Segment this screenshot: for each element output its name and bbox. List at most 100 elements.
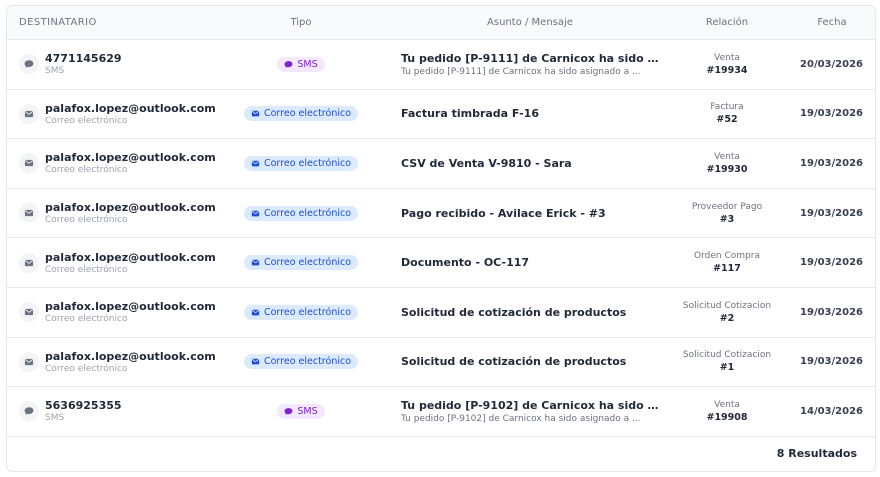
table-row[interactable]: palafox.lopez@outlook.com Correo electró…: [7, 238, 875, 288]
type-cell: SMS: [207, 403, 395, 419]
date: 19/03/2026: [800, 257, 863, 269]
envelope-icon: [251, 258, 260, 267]
date: 19/03/2026: [800, 356, 863, 368]
mail-icon: [19, 153, 39, 174]
subject-cell: Tu pedido [P-9111] de Carnicox ha sido a…: [395, 52, 665, 77]
recipient: palafox.lopez@outlook.com: [45, 151, 216, 165]
header-tipo[interactable]: Tipo: [207, 17, 395, 28]
date: 19/03/2026: [800, 108, 863, 120]
header-relacion[interactable]: Relación: [665, 17, 789, 28]
header-destinatario[interactable]: DESTINATARIO: [7, 17, 207, 28]
recipient: palafox.lopez@outlook.com: [45, 300, 216, 314]
recipient-cell: 4771145629 SMS: [7, 52, 207, 76]
subject-cell: Solicitud de cotización de productos: [395, 306, 665, 319]
subject: CSV de Venta V-9810 - Sara: [401, 156, 572, 170]
type-badge-label: SMS: [297, 58, 318, 70]
relation-type: Venta: [714, 151, 740, 162]
date: 14/03/2026: [800, 405, 863, 417]
recipient-channel: Correo electrónico: [45, 314, 128, 325]
type-badge: Correo electrónico: [243, 155, 359, 171]
recipient-cell: palafox.lopez@outlook.com Correo electró…: [7, 151, 216, 175]
message-preview: Tu pedido [P-9102] de Carnicox ha sido a…: [401, 413, 641, 424]
subject-cell: Factura timbrada F-16: [395, 107, 665, 120]
type-badge-label: SMS: [297, 405, 318, 417]
relation-cell: Venta #19930: [665, 152, 789, 175]
relation-id[interactable]: #52: [665, 114, 789, 125]
table-row[interactable]: 5636925355 SMS SMS Tu pedido [P-9102] de…: [7, 387, 875, 437]
subject: Tu pedido [P-9111] de Carnicox ha sido a…: [401, 51, 659, 65]
envelope-icon: [251, 357, 260, 366]
date: 20/03/2026: [800, 58, 863, 70]
table-row[interactable]: palafox.lopez@outlook.com Correo electró…: [7, 288, 875, 338]
recipient-channel: SMS: [45, 413, 65, 424]
type-cell: Correo electrónico: [207, 155, 395, 171]
recipient-cell: 5636925355 SMS: [7, 399, 207, 423]
table-body: 4771145629 SMS SMS Tu pedido [P-9111] de…: [7, 40, 875, 437]
recipient: 5636925355: [45, 399, 122, 413]
relation-id[interactable]: #1: [665, 362, 789, 373]
type-badge: Correo electrónico: [243, 304, 359, 320]
relation-cell: Solicitud Cotizacion #1: [665, 350, 789, 373]
recipient-channel: SMS: [45, 66, 65, 77]
table-header: DESTINATARIO Tipo Asunto / Mensaje Relac…: [7, 6, 875, 40]
chat-icon: [19, 54, 39, 75]
mail-icon: [19, 302, 39, 323]
type-badge-label: Correo electrónico: [263, 306, 352, 318]
subject-cell: Solicitud de cotización de productos: [395, 355, 665, 368]
recipient: palafox.lopez@outlook.com: [45, 101, 216, 115]
relation-type: Solicitud Cotizacion: [682, 350, 772, 361]
subject: Solicitud de cotización de productos: [401, 305, 627, 319]
type-badge: Correo electrónico: [243, 354, 359, 370]
type-badge-label: Correo electrónico: [263, 356, 352, 368]
recipient-cell: palafox.lopez@outlook.com Correo electró…: [7, 251, 216, 275]
recipient: 4771145629: [45, 52, 122, 66]
header-asunto[interactable]: Asunto / Mensaje: [395, 17, 665, 28]
relation-id[interactable]: #117: [665, 263, 789, 274]
relation-cell: Proveedor Pago #3: [665, 202, 789, 225]
type-badge: Correo electrónico: [243, 106, 359, 122]
relation-id[interactable]: #19908: [665, 412, 789, 423]
type-cell: Correo electrónico: [207, 106, 395, 122]
chat-bubble-icon: [284, 60, 293, 69]
relation-id[interactable]: #19930: [665, 164, 789, 175]
table-row[interactable]: palafox.lopez@outlook.com Correo electró…: [7, 90, 875, 140]
relation-id[interactable]: #3: [665, 214, 789, 225]
type-badge: Correo electrónico: [243, 205, 359, 221]
subject: Documento - OC-117: [401, 256, 530, 270]
type-badge-label: Correo electrónico: [263, 257, 352, 269]
results-count: 8 Resultados: [776, 447, 857, 461]
type-cell: SMS: [207, 56, 395, 72]
relation-type: Solicitud Cotizacion: [682, 300, 772, 311]
type-badge: SMS: [277, 56, 325, 72]
table-row[interactable]: palafox.lopez@outlook.com Correo electró…: [7, 139, 875, 189]
table-row[interactable]: palafox.lopez@outlook.com Correo electró…: [7, 338, 875, 388]
table-footer: 8 Resultados: [7, 437, 875, 471]
relation-type: Venta: [714, 52, 740, 63]
subject-cell: Documento - OC-117: [395, 256, 665, 269]
subject: Tu pedido [P-9102] de Carnicox ha sido a…: [401, 398, 659, 412]
recipient-channel: Correo electrónico: [45, 115, 128, 126]
relation-type: Orden Compra: [694, 251, 760, 262]
relation-id[interactable]: #19934: [665, 65, 789, 76]
table-row[interactable]: 4771145629 SMS SMS Tu pedido [P-9111] de…: [7, 40, 875, 90]
header-fecha[interactable]: Fecha: [789, 17, 875, 28]
table-row[interactable]: palafox.lopez@outlook.com Correo electró…: [7, 189, 875, 239]
relation-type: Factura: [710, 102, 744, 113]
recipient-cell: palafox.lopez@outlook.com Correo electró…: [7, 102, 216, 126]
type-cell: Correo electrónico: [207, 205, 395, 221]
mail-icon: [19, 351, 39, 372]
recipient-cell: palafox.lopez@outlook.com Correo electró…: [7, 201, 216, 225]
date: 19/03/2026: [800, 207, 863, 219]
envelope-icon: [251, 159, 260, 168]
type-badge: Correo electrónico: [243, 255, 359, 271]
subject: Pago recibido - Avilace Erick - #3: [401, 206, 606, 220]
type-badge-label: Correo electrónico: [263, 108, 352, 120]
type-cell: Correo electrónico: [207, 255, 395, 271]
recipient-cell: palafox.lopez@outlook.com Correo electró…: [7, 350, 216, 374]
subject-cell: CSV de Venta V-9810 - Sara: [395, 157, 665, 170]
recipient-channel: Correo electrónico: [45, 165, 128, 176]
recipient: palafox.lopez@outlook.com: [45, 349, 216, 363]
recipient-cell: palafox.lopez@outlook.com Correo electró…: [7, 300, 216, 324]
relation-id[interactable]: #2: [665, 313, 789, 324]
relation-type: Venta: [714, 399, 740, 410]
